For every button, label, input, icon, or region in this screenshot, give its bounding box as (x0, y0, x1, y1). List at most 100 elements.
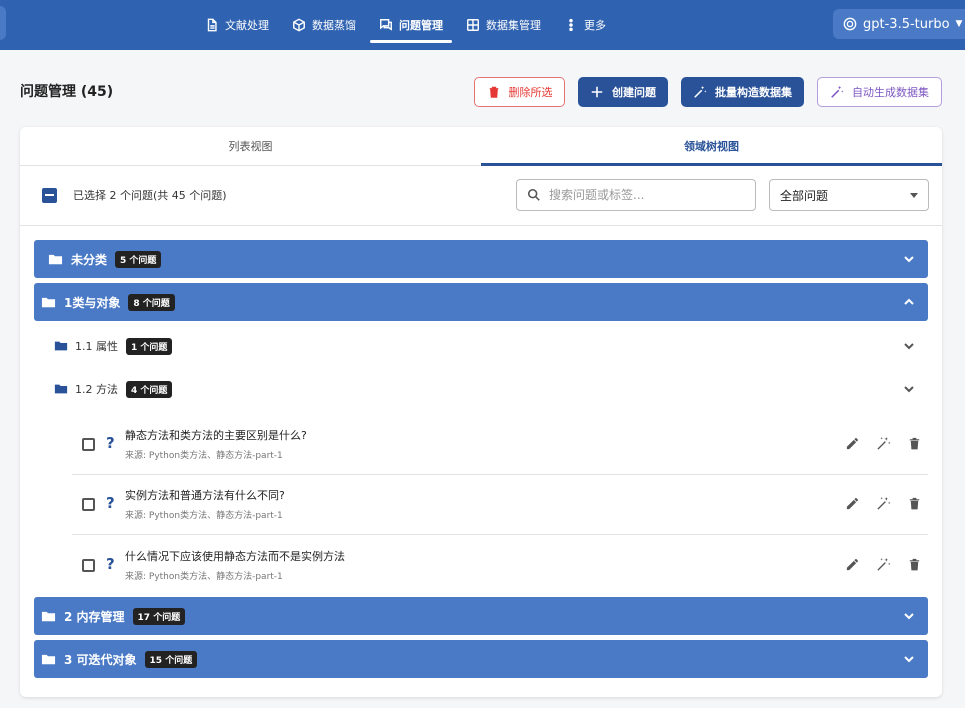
category-label: 未分类 (71, 252, 108, 267)
nav-label: 数据集管理 (486, 19, 541, 32)
chevron-down-icon[interactable] (902, 339, 916, 353)
folder-icon (41, 611, 56, 621)
question-checkbox[interactable] (82, 438, 95, 451)
chevron-down-icon[interactable] (902, 252, 916, 266)
question-item: ? 静态方法和类方法的主要区别是什么? 来源: Python类方法、静态方法-p… (72, 415, 928, 475)
category-label: 3 可迭代对象 (64, 652, 137, 667)
page-title: 问题管理 (45) (20, 84, 114, 100)
tree-subcategory-methods[interactable]: 1.2 方法 4 个问题 (34, 369, 928, 409)
tab-tree-view[interactable]: 领域树视图 (481, 127, 942, 166)
menu-stub[interactable] (0, 6, 6, 40)
edit-icon[interactable] (845, 436, 860, 451)
question-actions (829, 496, 922, 511)
chevron-down-icon (910, 193, 918, 198)
magic-wand-icon (831, 85, 844, 98)
chevron-down-icon[interactable] (902, 609, 916, 623)
more-icon (569, 18, 573, 32)
question-item: ? 实例方法和普通方法有什么不同? 来源: Python类方法、静态方法-par… (72, 475, 928, 535)
edit-icon[interactable] (845, 557, 860, 572)
top-navbar: 文献处理 数据蒸馏 问题管理 数据集管理 更多 gpt-3.5-turbo ▼ (0, 0, 965, 50)
model-selector[interactable]: gpt-3.5-turbo ▼ (833, 9, 965, 39)
question-checkbox[interactable] (82, 559, 95, 572)
tree-subcategory-attributes[interactable]: 1.1 属性 1 个问题 (34, 326, 928, 366)
chevron-up-icon[interactable] (902, 295, 916, 309)
question-text: 实例方法和普通方法有什么不同? (125, 489, 285, 502)
edit-icon[interactable] (845, 496, 860, 511)
tree-category-memory[interactable]: 2 内存管理 17 个问题 (34, 597, 928, 635)
count-badge: 4 个问题 (126, 380, 173, 398)
document-icon (207, 18, 217, 32)
button-label: 自动生成数据集 (852, 86, 929, 99)
nav-item-documents[interactable]: 文献处理 (196, 0, 278, 50)
tree-category-classes[interactable]: 1类与对象 8 个问题 (34, 283, 928, 321)
magic-wand-icon (694, 85, 707, 98)
magic-wand-icon[interactable] (876, 557, 891, 572)
batch-build-dataset-button[interactable]: 批量构造数据集 (681, 77, 804, 107)
subcategory-label: 1.1 属性 (75, 340, 118, 353)
questions-card: 列表视图 领域树视图 已选择 2 个问题(共 45 个问题) 全部问题 未分类 … (20, 127, 942, 697)
button-label: 创建问题 (612, 86, 656, 99)
search-icon (527, 188, 540, 201)
question-text: 静态方法和类方法的主要区别是什么? (125, 429, 307, 442)
search-input[interactable] (549, 188, 739, 202)
trash-icon[interactable] (907, 436, 922, 451)
selection-toolbar: 已选择 2 个问题(共 45 个问题) 全部问题 (20, 166, 942, 226)
magic-wand-icon[interactable] (876, 496, 891, 511)
select-all-checkbox[interactable] (42, 188, 57, 203)
delete-selected-button[interactable]: 删除所选 (474, 77, 565, 107)
plus-icon (591, 86, 603, 98)
question-mark-icon: ? (106, 555, 115, 573)
nav-label: 文献处理 (225, 19, 269, 32)
question-actions (829, 557, 922, 572)
count-badge: 1 个问题 (126, 337, 173, 355)
count-badge: 15 个问题 (144, 650, 198, 668)
trash-icon[interactable] (907, 557, 922, 572)
tab-list-view[interactable]: 列表视图 (20, 127, 481, 165)
folder-icon (54, 341, 68, 351)
category-label: 1类与对象 (64, 295, 121, 310)
question-mark-icon: ? (106, 434, 115, 452)
question-source: 来源: Python类方法、静态方法-part-1 (125, 451, 283, 461)
count-badge: 17 个问题 (132, 607, 186, 625)
nav-item-distill[interactable]: 数据蒸馏 (283, 0, 365, 50)
question-source: 来源: Python类方法、静态方法-part-1 (125, 572, 283, 582)
openai-icon (843, 17, 857, 31)
count-badge: 8 个问题 (128, 293, 175, 311)
folder-icon (54, 384, 68, 394)
filter-value: 全部问题 (780, 188, 829, 203)
nav-label: 问题管理 (399, 19, 443, 32)
grid-icon (467, 19, 479, 31)
view-tabs: 列表视图 领域树视图 (20, 127, 942, 166)
folder-icon (41, 654, 56, 664)
question-checkbox[interactable] (82, 498, 95, 511)
chevron-down-icon: ▼ (955, 19, 963, 29)
chevron-down-icon[interactable] (902, 382, 916, 396)
create-question-button[interactable]: 创建问题 (578, 77, 668, 107)
folder-icon (48, 254, 63, 264)
button-label: 批量构造数据集 (715, 86, 792, 99)
chat-icon (380, 19, 392, 31)
question-mark-icon: ? (106, 494, 115, 512)
cube-icon (293, 18, 305, 32)
chevron-down-icon[interactable] (902, 652, 916, 666)
question-filter-select[interactable]: 全部问题 (769, 179, 929, 211)
magic-wand-icon[interactable] (876, 436, 891, 451)
question-source: 来源: Python类方法、静态方法-part-1 (125, 511, 283, 521)
nav-item-datasets[interactable]: 数据集管理 (457, 0, 550, 50)
trash-icon[interactable] (907, 496, 922, 511)
tree-category-uncategorized[interactable]: 未分类 5 个问题 (34, 240, 928, 278)
nav-item-questions[interactable]: 问题管理 (370, 0, 452, 50)
question-actions (829, 436, 922, 451)
question-item: ? 什么情况下应该使用静态方法而不是实例方法 来源: Python类方法、静态方… (72, 536, 928, 596)
nav-label: 数据蒸馏 (312, 19, 356, 32)
nav-item-more[interactable]: 更多 (555, 0, 615, 50)
category-label: 2 内存管理 (64, 609, 125, 624)
question-text: 什么情况下应该使用静态方法而不是实例方法 (125, 550, 345, 563)
selection-summary: 已选择 2 个问题(共 45 个问题) (73, 189, 227, 202)
tree-category-iterables[interactable]: 3 可迭代对象 15 个问题 (34, 640, 928, 678)
button-label: 删除所选 (508, 86, 553, 99)
folder-icon (41, 297, 56, 307)
model-name: gpt-3.5-turbo (863, 16, 950, 32)
count-badge: 5 个问题 (115, 250, 162, 268)
auto-generate-dataset-button[interactable]: 自动生成数据集 (817, 77, 942, 107)
